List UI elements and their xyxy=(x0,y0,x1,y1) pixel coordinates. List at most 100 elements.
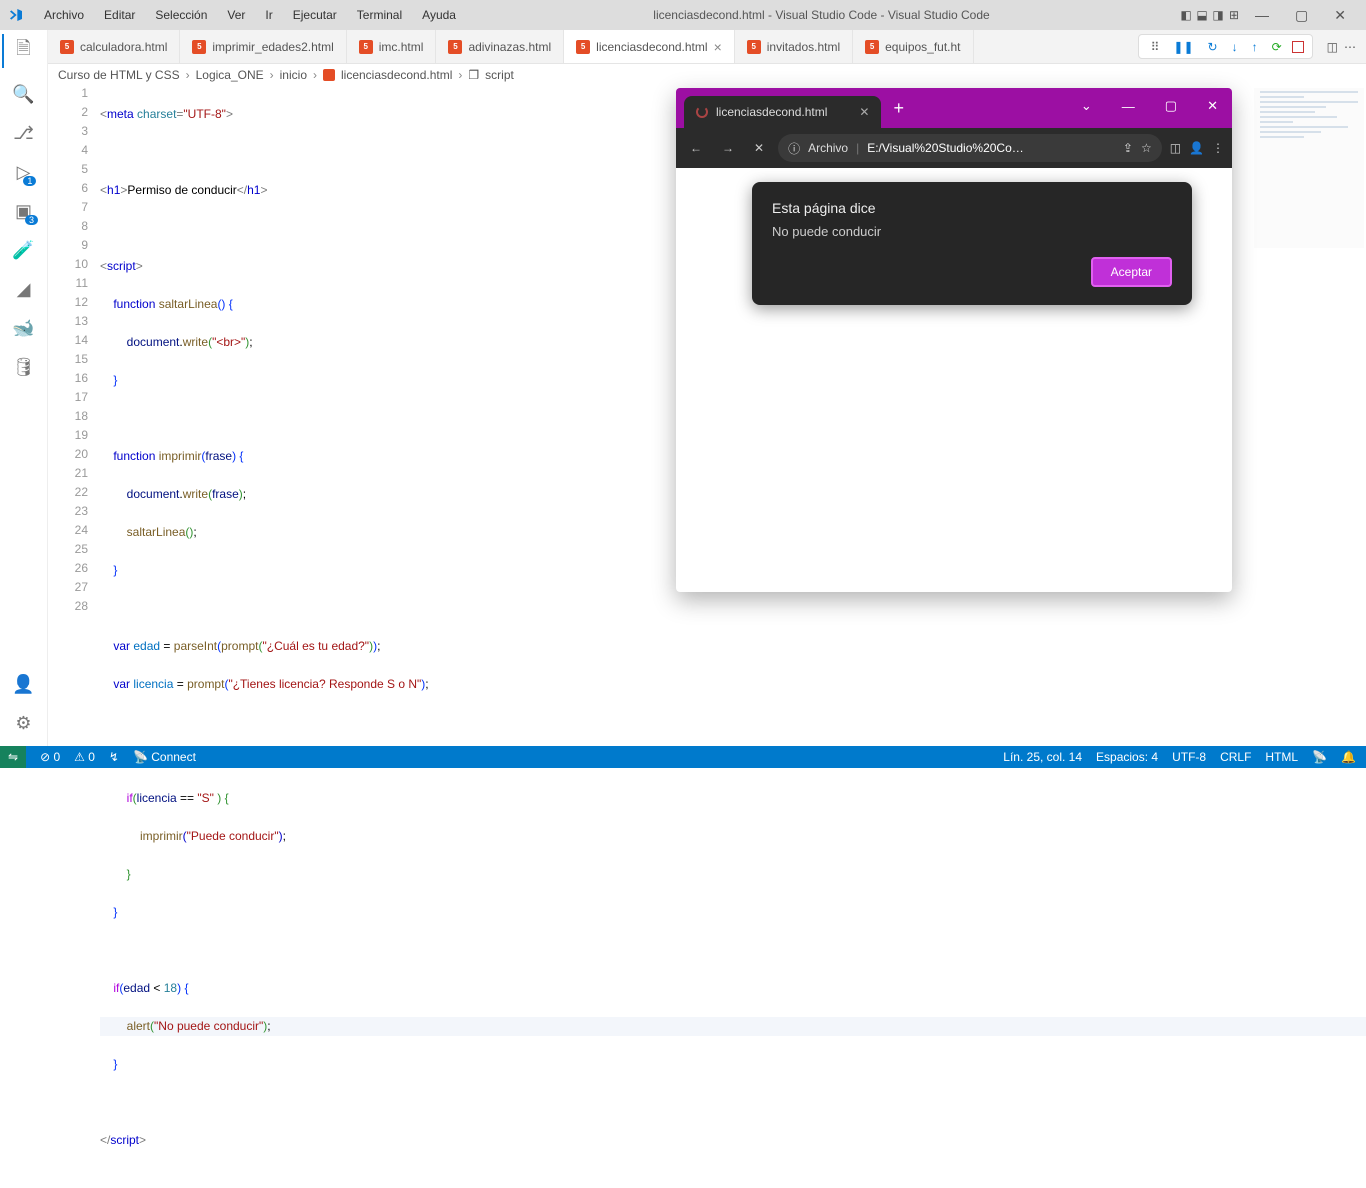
notifications-bell-icon[interactable]: 🔔 xyxy=(1341,750,1356,764)
breadcrumb-item[interactable]: Curso de HTML y CSS xyxy=(58,68,180,82)
url-text: E:/Visual%20Studio%20Co… xyxy=(867,141,1024,155)
run-debug-icon[interactable]: ▷1 xyxy=(17,162,31,183)
debug-badge: 1 xyxy=(23,176,36,186)
sidepanel-icon[interactable]: ◫ xyxy=(1170,141,1181,155)
forward-button[interactable]: → xyxy=(716,137,740,159)
menu-ejecutar[interactable]: Ejecutar xyxy=(285,4,345,26)
maximize-button[interactable]: ▢ xyxy=(1151,92,1191,120)
new-tab-button[interactable]: + xyxy=(881,92,916,125)
accept-button[interactable]: Aceptar xyxy=(1091,257,1172,287)
errors-count[interactable]: ⊘ 0 xyxy=(40,750,60,764)
layout-panel-right-icon[interactable]: ◨ xyxy=(1211,8,1225,22)
kebab-menu-icon[interactable]: ⋮ xyxy=(1212,141,1224,155)
menu-editar[interactable]: Editar xyxy=(96,4,143,26)
stop-icon[interactable] xyxy=(1292,41,1304,53)
html-file-icon: 5 xyxy=(448,40,462,54)
close-button[interactable]: ✕ xyxy=(1193,92,1232,120)
maximize-button[interactable]: ▢ xyxy=(1283,3,1320,28)
step-over-icon[interactable]: ↻ xyxy=(1204,38,1222,56)
menu-seleccion[interactable]: Selección xyxy=(147,4,215,26)
html-file-icon: 5 xyxy=(359,40,373,54)
restart-icon[interactable]: ⟳ xyxy=(1268,38,1286,56)
more-actions-icon[interactable]: ⋯ xyxy=(1344,40,1356,54)
database-icon[interactable]: 🛢 xyxy=(12,357,35,378)
extensions-icon[interactable]: ▣3 xyxy=(15,201,32,222)
info-icon[interactable]: ⓘ xyxy=(788,140,800,157)
menu-archivo[interactable]: Archivo xyxy=(36,4,92,26)
tab-invitados[interactable]: 5invitados.html xyxy=(735,30,853,63)
share-icon[interactable]: ⇪ xyxy=(1123,141,1133,155)
menu-ver[interactable]: Ver xyxy=(219,4,253,26)
tab-licenciasdecond[interactable]: 5 licenciasdecond.html × xyxy=(564,30,735,63)
browser-tab[interactable]: licenciasdecond.html ✕ xyxy=(684,96,881,128)
source-control-icon[interactable]: ⎇ xyxy=(13,123,34,144)
back-button[interactable]: ← xyxy=(684,137,708,159)
language-mode[interactable]: HTML xyxy=(1265,750,1298,764)
breadcrumb-item[interactable]: Logica_ONE xyxy=(196,68,264,82)
port-forward-icon[interactable]: ↯ xyxy=(109,750,119,764)
accounts-icon[interactable]: 👤 xyxy=(12,674,34,695)
stop-reload-button[interactable]: ✕ xyxy=(748,137,770,159)
chevron-right-icon: › xyxy=(458,68,462,82)
minimize-button[interactable]: ― xyxy=(1243,3,1281,27)
profile-icon[interactable]: 👤 xyxy=(1189,141,1204,155)
tab-adivinazas[interactable]: 5adivinazas.html xyxy=(436,30,564,63)
cursor-position[interactable]: Lín. 25, col. 14 xyxy=(1003,750,1082,764)
layout-panel-bottom-icon[interactable]: ⬓ xyxy=(1195,8,1209,22)
editor-tabs: 5calculadora.html 5imprimir_edades2.html… xyxy=(0,30,1366,64)
connect-indicator[interactable]: 📡 Connect xyxy=(133,750,196,764)
indentation[interactable]: Espacios: 4 xyxy=(1096,750,1158,764)
remote-indicator[interactable]: ⇋ xyxy=(0,746,26,768)
tab-label: licenciasdecond.html xyxy=(596,40,707,54)
tab-imc[interactable]: 5 imc.html xyxy=(347,30,437,63)
breadcrumb-item[interactable]: licenciasdecond.html xyxy=(341,68,452,82)
pause-icon[interactable]: ❚❚ xyxy=(1169,38,1197,56)
drag-handle-icon[interactable]: ⠿ xyxy=(1147,38,1164,56)
chevron-down-icon[interactable]: ⌄ xyxy=(1067,92,1106,120)
menu-terminal[interactable]: Terminal xyxy=(349,4,410,26)
bookmark-star-icon[interactable]: ☆ xyxy=(1141,141,1152,155)
search-icon[interactable]: 🔍 xyxy=(12,84,34,105)
breadcrumb[interactable]: Curso de HTML y CSS› Logica_ONE› inicio›… xyxy=(0,64,1366,86)
step-out-icon[interactable]: ↑ xyxy=(1248,38,1262,56)
menu-ir[interactable]: Ir xyxy=(257,4,280,26)
window-title: licenciasdecond.html - Visual Studio Cod… xyxy=(464,8,1179,22)
tab-label: calculadora.html xyxy=(80,40,167,54)
menu-ayuda[interactable]: Ayuda xyxy=(414,4,464,26)
layout-controls: ◧ ⬓ ◨ ⊞ ― ▢ ✕ xyxy=(1179,3,1358,28)
tab-calculadora[interactable]: 5calculadora.html xyxy=(48,30,180,63)
breadcrumb-item[interactable]: script xyxy=(485,68,514,82)
layout-panel-left-icon[interactable]: ◧ xyxy=(1179,8,1193,22)
layout-customize-icon[interactable]: ⊞ xyxy=(1227,8,1241,22)
step-into-icon[interactable]: ↓ xyxy=(1228,38,1242,56)
address-bar[interactable]: ⓘ Archivo | E:/Visual%20Studio%20Co… ⇪ ☆ xyxy=(778,134,1162,162)
warnings-count[interactable]: ⚠ 0 xyxy=(74,750,95,764)
breadcrumb-item[interactable]: inicio xyxy=(280,68,307,82)
explorer-icon[interactable]: 🗎 xyxy=(16,36,30,66)
tab-imprimir-edades[interactable]: 5imprimir_edades2.html xyxy=(180,30,346,63)
alert-dialog: Esta página dice No puede conducir Acept… xyxy=(752,182,1192,305)
tab-close-icon[interactable]: × xyxy=(714,39,722,55)
html-file-icon: 5 xyxy=(576,40,590,54)
tab-close-icon[interactable]: ✕ xyxy=(859,105,869,119)
line-gutter: 1234567891011121314151617181920212223242… xyxy=(48,86,100,746)
eol[interactable]: CRLF xyxy=(1220,750,1251,764)
settings-gear-icon[interactable]: ⚙ xyxy=(15,713,31,734)
encoding[interactable]: UTF-8 xyxy=(1172,750,1206,764)
ext-badge: 3 xyxy=(25,215,38,225)
tab-label: invitados.html xyxy=(767,40,840,54)
main-menu: Archivo Editar Selección Ver Ir Ejecutar… xyxy=(36,4,464,26)
loading-spinner-icon xyxy=(696,106,708,118)
browser-tab-title: licenciasdecond.html xyxy=(716,105,827,119)
docker-icon[interactable]: 🐋 xyxy=(12,318,34,339)
browser-titlebar: licenciasdecond.html ✕ + ⌄ ― ▢ ✕ xyxy=(676,88,1232,128)
minimap[interactable] xyxy=(1254,88,1364,248)
tab-equipos-fut[interactable]: 5equipos_fut.ht xyxy=(853,30,973,63)
minimize-button[interactable]: ― xyxy=(1108,93,1149,120)
split-editor-icon[interactable]: ◫ xyxy=(1327,40,1338,54)
go-live-icon[interactable]: 📡 xyxy=(1312,750,1327,764)
azure-icon[interactable]: ◢ xyxy=(17,279,31,300)
testing-icon[interactable]: 🧪 xyxy=(12,240,34,261)
tab-label: imc.html xyxy=(379,40,424,54)
close-button[interactable]: ✕ xyxy=(1322,3,1358,28)
